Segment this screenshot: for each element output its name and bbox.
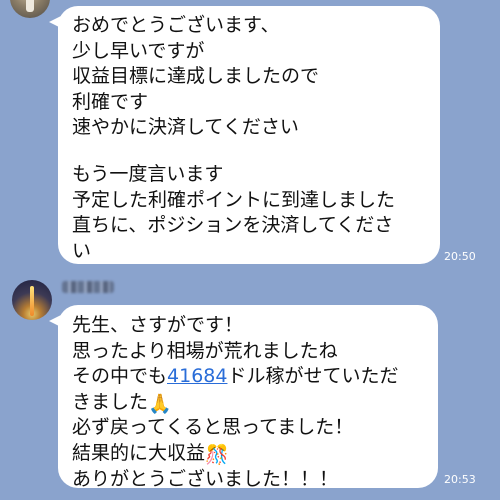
message-text: 結果的に大収益: [72, 441, 206, 464]
message-line: きました🙏: [72, 390, 426, 416]
message-line: い: [72, 239, 92, 262]
deer-icon: [26, 0, 34, 12]
confetti-ball-icon: 🎊: [205, 443, 229, 466]
message-timestamp: 20:50: [444, 250, 476, 263]
message-line: 少し早いですが: [72, 39, 205, 62]
message-text: ドル稼がせていただ: [227, 365, 399, 388]
message-line: おめでとうございます、: [72, 14, 280, 36]
sender-avatar-tokyo-tower-icon[interactable]: [12, 280, 52, 320]
message-bubble-1[interactable]: おめでとうございます、 少し早いですが 収益目標に達成しましたので 利確です 速…: [49, 6, 440, 264]
message-timestamp: 20:53: [444, 473, 476, 486]
message-line: 収益目標に達成しましたので: [72, 65, 320, 88]
tokyo-tower-icon: [30, 286, 34, 316]
message-text: きました: [72, 390, 149, 413]
chat-view: おめでとうございます、 少し早いですが 収益目標に達成しましたので 利確です 速…: [0, 0, 500, 500]
message-line: その中でも41684ドル稼がせていただ: [72, 364, 426, 390]
message-line: 必ず戻ってくると思ってました！: [72, 416, 354, 439]
message-line: 思ったより相場が荒れましたね: [72, 339, 338, 362]
number-link[interactable]: 41684: [167, 365, 227, 387]
praying-hands-icon: 🙏: [148, 392, 172, 415]
message-text: その中でも: [72, 365, 168, 388]
message-line: 利確です: [72, 90, 149, 113]
message-line: 直ちに、ポジションを決済してくださ: [72, 214, 394, 237]
message-line: ありがとうございました！！！: [72, 467, 339, 490]
message-line: 結果的に大収益🎊: [72, 441, 426, 467]
sender-name-blurred: [62, 281, 114, 293]
message-line: もう一度言います: [72, 162, 224, 185]
message-line: 先生、さすがです！: [72, 314, 244, 336]
sender-avatar-deer-icon[interactable]: [10, 0, 50, 18]
message-line: 予定した利確ポイントに到達しました: [72, 188, 396, 211]
message-line: 速やかに決済してください: [72, 116, 299, 139]
message-bubble-2[interactable]: 先生、さすがです！ 思ったより相場が荒れましたね その中でも41684ドル稼がせ…: [49, 305, 438, 490]
